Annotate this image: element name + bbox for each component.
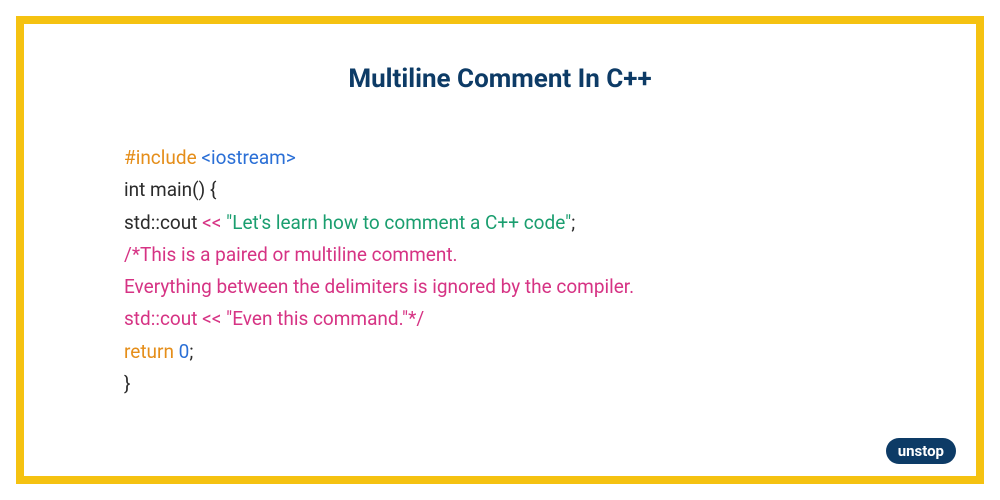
code-line-1: #include <iostream> xyxy=(124,142,876,174)
code-line-2: int main() { xyxy=(124,174,876,206)
return-keyword: return xyxy=(124,340,179,363)
logo-part-1: un xyxy=(898,442,915,460)
return-value: 0 xyxy=(179,340,190,363)
semicolon: ; xyxy=(189,340,193,363)
semicolon: ; xyxy=(571,211,575,234)
logo-part-2: stop xyxy=(915,442,945,460)
code-block: #include <iostream> int main() { std::co… xyxy=(124,142,876,400)
preprocessor-directive: #include xyxy=(124,146,201,169)
code-line-3: std::cout << "Let's learn how to comment… xyxy=(124,207,876,239)
header-include: <iostream> xyxy=(201,146,295,169)
brand-logo: unstop xyxy=(886,438,956,464)
code-line-5: Everything between the delimiters is ign… xyxy=(124,271,876,303)
cout-stmt: std::cout xyxy=(124,211,202,234)
code-line-7: return 0; xyxy=(124,336,876,368)
code-line-4: /*This is a paired or multiline comment. xyxy=(124,239,876,271)
page-title: Multiline Comment In C++ xyxy=(124,64,876,94)
code-line-8: } xyxy=(124,368,876,400)
stream-operator: << xyxy=(202,211,226,234)
string-literal: "Let's learn how to comment a C++ code" xyxy=(226,211,571,234)
document-frame: Multiline Comment In C++ #include <iostr… xyxy=(16,16,984,484)
code-line-6: std::cout << "Even this command."*/ xyxy=(124,303,876,335)
